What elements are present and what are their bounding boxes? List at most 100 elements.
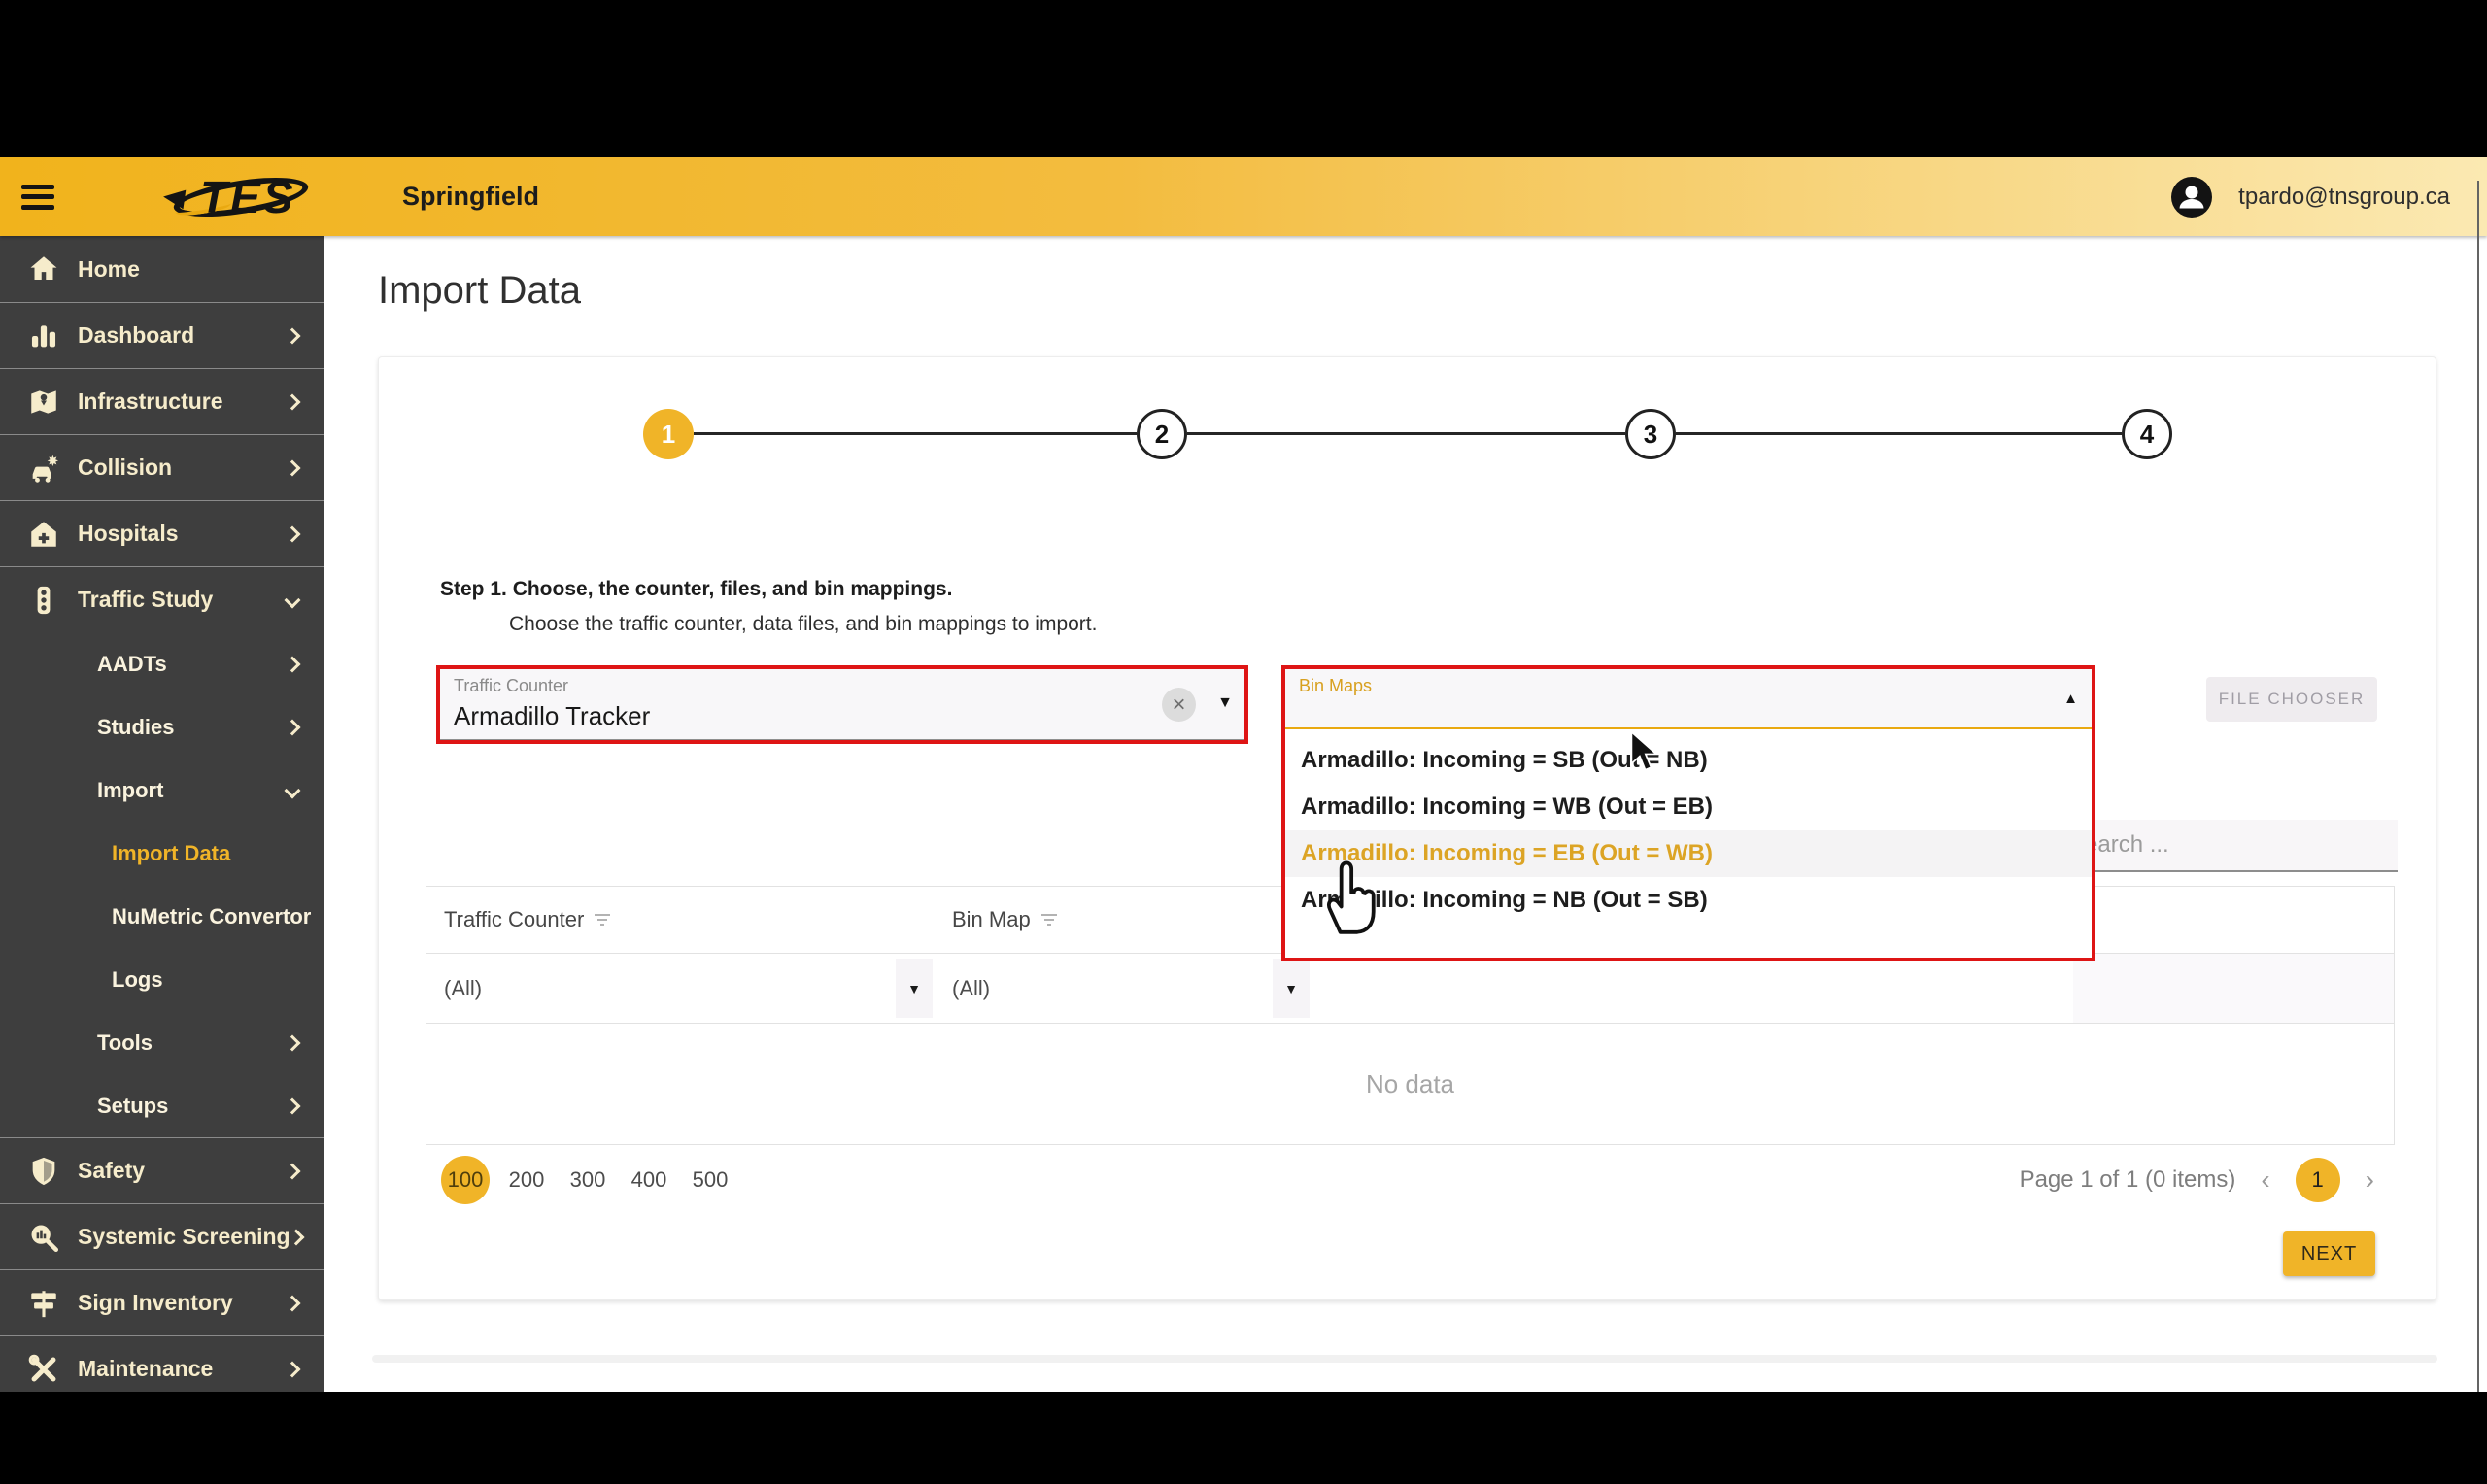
filter-value: (All) (444, 975, 483, 1000)
chevron-right-icon (284, 1295, 301, 1311)
sidebar-item-label: Hospitals (78, 521, 179, 546)
account-icon[interactable] (2170, 176, 2213, 219)
sidebar-item-hospitals[interactable]: Hospitals (0, 500, 324, 566)
file-chooser-button[interactable]: FILE CHOOSER (2206, 677, 2377, 722)
municipality-name: Springfield (402, 182, 539, 211)
sidebar-item-dashboard[interactable]: Dashboard (0, 302, 324, 368)
column-header-traffic-counter[interactable]: Traffic Counter (426, 907, 935, 932)
page-summary: Page 1 of 1 (0 items) (2019, 1166, 2236, 1193)
sidebar-item-label: Sign Inventory (78, 1290, 233, 1315)
chevron-right-icon (284, 719, 301, 735)
next-button[interactable]: NEXT (2283, 1231, 2375, 1276)
bin-maps-dropdown: Armadillo: Incoming = SB (Out = NB) Arma… (1285, 729, 2092, 924)
signpost-icon (31, 1290, 56, 1317)
sidebar-item-label: Dashboard (78, 322, 195, 348)
current-page-button[interactable]: 1 (2295, 1158, 2340, 1202)
traffic-counter-select[interactable]: Traffic Counter Armadillo Tracker × ▼ (440, 669, 1244, 740)
page-size-100[interactable]: 100 (441, 1156, 490, 1204)
sidebar-item-traffic-study[interactable]: Traffic Study (0, 566, 324, 632)
bin-map-option[interactable]: Armadillo: Incoming = NB (Out = SB) (1285, 877, 2092, 924)
chevron-right-icon (284, 1097, 301, 1114)
bin-maps-annotation: Bin Maps ▲ Armadillo: Incoming = SB (Out… (1281, 665, 2095, 961)
bin-map-option-highlighted[interactable]: Armadillo: Incoming = EB (Out = WB) (1285, 830, 2092, 877)
sidebar-item-import[interactable]: Import (0, 759, 324, 822)
sidebar-item-logs[interactable]: Logs (0, 948, 324, 1011)
sidebar-item-numetric-convertor[interactable]: NuMetric Convertor (0, 885, 324, 948)
traffic-counter-annotation: Traffic Counter Armadillo Tracker × ▼ (436, 665, 1248, 744)
prev-page-icon[interactable]: ‹ (2261, 1164, 2269, 1196)
sidebar-item-import-data[interactable]: Import Data (0, 822, 324, 885)
grid-empty-message: No data (1365, 1068, 1455, 1098)
column-header-label: Bin Map (952, 907, 1031, 931)
home-icon (30, 256, 57, 281)
sidebar-item-label: Studies (97, 714, 175, 739)
sidebar-item-label: Systemic Screening (78, 1224, 290, 1249)
search-chart-icon (31, 1225, 59, 1252)
app-header: TES Springfield tpardo@tnsgroup.ca (0, 157, 2487, 236)
sidebar-item-systemic-screening[interactable]: Systemic Screening (0, 1203, 324, 1269)
sidebar-item-infrastructure[interactable]: Infrastructure (0, 368, 324, 434)
page-size-500[interactable]: 500 (686, 1156, 734, 1204)
logo-arrow (161, 186, 187, 209)
tools-icon (28, 1354, 56, 1381)
sidebar-item-label: AADTs (97, 651, 167, 676)
hamburger-menu-icon[interactable] (21, 184, 54, 210)
bin-maps-select[interactable]: Bin Maps ▲ (1285, 669, 2092, 729)
sidebar-item-maintenance[interactable]: Maintenance (0, 1335, 324, 1392)
sidebar-item-studies[interactable]: Studies (0, 695, 324, 759)
sidebar-item-home[interactable]: Home (0, 236, 324, 302)
sidebar-item-label: NuMetric Convertor (112, 903, 312, 928)
bin-map-option[interactable]: Armadillo: Incoming = WB (Out = EB) (1285, 784, 2092, 830)
sidebar-item-aadts[interactable]: AADTs (0, 632, 324, 695)
stepper-step-1: 1 (643, 409, 694, 459)
chevron-right-icon (284, 1361, 301, 1377)
user-email: tpardo@tnsgroup.ca (2238, 183, 2450, 210)
scrollbar[interactable] (2477, 181, 2479, 1392)
page-title: Import Data (378, 269, 581, 312)
filter-icon[interactable] (594, 913, 611, 927)
page-size-400[interactable]: 400 (625, 1156, 673, 1204)
caret-up-icon[interactable]: ▲ (2063, 691, 2078, 707)
grid-filter-row: (All) ▼ (All) ▼ (426, 954, 2394, 1024)
filter-cell-empty (1312, 954, 2394, 1023)
sidebar-item-setups[interactable]: Setups (0, 1074, 324, 1137)
step-subtitle: Choose the traffic counter, data files, … (509, 613, 1098, 635)
bin-map-option[interactable]: Armadillo: Incoming = SB (Out = NB) (1285, 737, 2092, 784)
bin-map-filter-select[interactable]: (All) ▼ (935, 954, 1312, 1023)
sidebar: Home Dashboard Infrastructure Collision (0, 236, 324, 1392)
traffic-counter-filter-select[interactable]: (All) ▼ (426, 954, 935, 1023)
sidebar-item-tools[interactable]: Tools (0, 1011, 324, 1074)
chevron-right-icon (284, 1163, 301, 1179)
stepper-step-2: 2 (1137, 409, 1187, 459)
caret-down-icon[interactable]: ▼ (1217, 694, 1233, 712)
column-header-bin-map[interactable]: Bin Map (935, 907, 1312, 932)
filter-icon[interactable] (1040, 913, 1058, 927)
page-size-300[interactable]: 300 (563, 1156, 612, 1204)
sidebar-item-label: Home (78, 255, 140, 282)
chevron-right-icon (284, 656, 301, 672)
map-icon (31, 389, 56, 414)
caret-down-icon[interactable]: ▼ (1273, 959, 1310, 1018)
traffic-light-icon (37, 586, 51, 614)
sidebar-item-safety[interactable]: Safety (0, 1137, 324, 1203)
sidebar-item-label: Import (97, 777, 164, 802)
sidebar-item-label: Logs (112, 966, 163, 992)
search-input[interactable]: Search ... (2056, 820, 2398, 872)
bar-chart-icon (31, 324, 56, 347)
page-size-200[interactable]: 200 (502, 1156, 551, 1204)
page-size-selector: 100 200 300 400 500 (441, 1156, 734, 1204)
bin-maps-label: Bin Maps (1299, 676, 1373, 695)
sidebar-item-label: Infrastructure (78, 388, 223, 414)
chevron-right-icon (288, 1229, 305, 1245)
car-crash-icon (32, 455, 59, 483)
chevron-right-icon (284, 327, 301, 344)
sidebar-item-collision[interactable]: Collision (0, 434, 324, 500)
caret-down-icon[interactable]: ▼ (896, 959, 933, 1018)
clear-icon[interactable]: × (1162, 688, 1196, 722)
logo-text: TES (200, 171, 296, 222)
traffic-counter-label: Traffic Counter (454, 676, 569, 695)
next-page-icon[interactable]: › (2366, 1164, 2374, 1196)
stepper-connector (1187, 432, 1625, 435)
sidebar-item-sign-inventory[interactable]: Sign Inventory (0, 1269, 324, 1335)
sidebar-item-label: Import Data (112, 840, 231, 865)
